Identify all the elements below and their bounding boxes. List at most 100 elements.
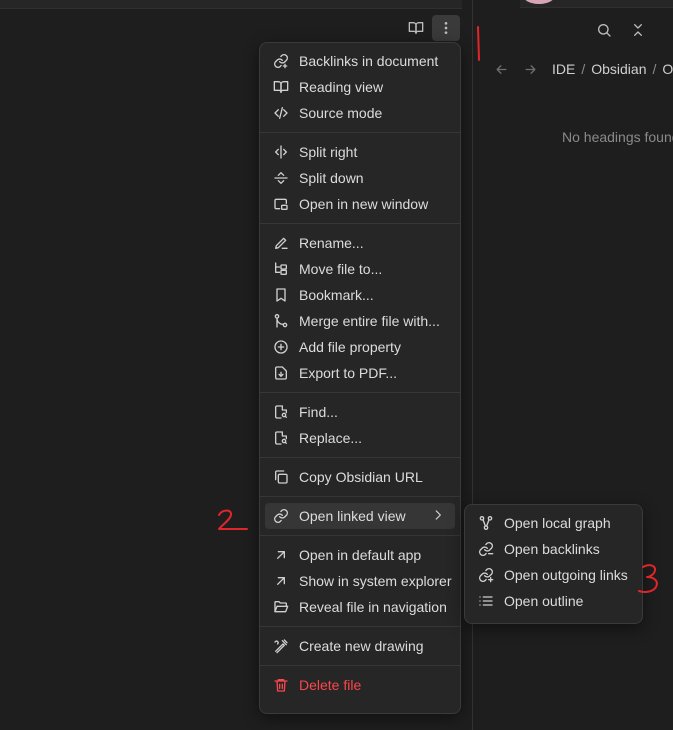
menu-item-source-mode[interactable]: Source mode xyxy=(265,100,455,126)
book-open-icon xyxy=(273,81,289,93)
search-icon xyxy=(598,24,611,37)
arrow-up-right-icon xyxy=(277,577,285,585)
menu-item-split-right[interactable]: Split right xyxy=(265,139,455,165)
bookmark-icon xyxy=(276,288,286,302)
breadcrumb-separator: / xyxy=(652,61,657,77)
collapse-all-button[interactable] xyxy=(626,18,650,42)
menu-item-reveal-file[interactable]: Reveal file in navigation xyxy=(265,594,455,620)
submenu-item-label: Open outline xyxy=(504,593,584,609)
breadcrumb-item[interactable]: Obsidian xyxy=(591,61,646,77)
breadcrumb-item[interactable]: O xyxy=(662,61,673,77)
breadcrumb-separator: / xyxy=(581,61,586,77)
menu-item-rename[interactable]: Rename... xyxy=(265,230,455,256)
menu-item-export-pdf[interactable]: Export to PDF... xyxy=(265,360,455,386)
menu-item-open-in-new-window[interactable]: Open in new window xyxy=(265,191,455,217)
submenu-item-open-local-graph[interactable]: Open local graph xyxy=(470,510,637,536)
menu-item-label: Open in new window xyxy=(299,196,429,212)
context-menu: Backlinks in document Reading view Sourc… xyxy=(259,42,461,714)
copy-icon xyxy=(275,470,288,484)
menu-separator xyxy=(260,392,460,393)
menu-separator xyxy=(260,132,460,133)
trash-icon xyxy=(274,679,288,692)
link-in-icon xyxy=(479,542,494,556)
menu-separator xyxy=(260,457,460,458)
menu-item-create-new-drawing[interactable]: Create new drawing xyxy=(265,633,455,659)
menu-item-label: Split down xyxy=(299,170,364,186)
annotation-1 xyxy=(477,26,480,61)
menu-item-label: Bookmark... xyxy=(299,287,374,303)
folder-open-icon xyxy=(274,601,289,613)
linked-view-submenu: Open local graph Open backlinks Open out… xyxy=(464,504,643,624)
menu-item-label: Move file to... xyxy=(299,261,383,277)
more-vertical-icon xyxy=(444,22,448,34)
menu-item-label: Copy Obsidian URL xyxy=(299,469,423,485)
menu-item-label: Show in system explorer xyxy=(299,573,452,589)
menu-item-label: Backlinks in document xyxy=(299,53,439,69)
arrow-up-right-icon xyxy=(277,551,285,559)
submenu-item-label: Open local graph xyxy=(504,515,611,531)
menu-item-replace[interactable]: Replace... xyxy=(265,425,455,451)
breadcrumb: IDE / Obsidian / O xyxy=(494,61,673,77)
menu-item-label: Add file property xyxy=(299,339,401,355)
menu-item-label: Replace... xyxy=(299,430,363,446)
folder-tree-icon xyxy=(275,262,287,275)
drawing-icon xyxy=(274,639,288,654)
link-out-icon xyxy=(479,568,494,583)
menu-item-label: Source mode xyxy=(299,105,383,121)
menu-item-open-default-app[interactable]: Open in default app xyxy=(265,542,455,568)
menu-item-label: Delete file xyxy=(299,677,362,693)
book-open-icon xyxy=(408,22,424,34)
menu-item-label: Create new drawing xyxy=(299,638,424,654)
menu-item-label: Open in default app xyxy=(299,547,422,563)
menu-item-copy-obsidian-url[interactable]: Copy Obsidian URL xyxy=(265,464,455,490)
pencil-icon xyxy=(275,237,288,249)
outline-empty-message: No headings found xyxy=(562,129,673,145)
list-icon xyxy=(479,596,493,606)
link-icon xyxy=(274,54,288,69)
file-replace-icon xyxy=(275,431,287,445)
file-download-icon xyxy=(275,366,287,380)
menu-item-label: Merge entire file with... xyxy=(299,313,440,329)
menu-item-add-file-property[interactable]: Add file property xyxy=(265,334,455,360)
menu-item-delete-file[interactable]: Delete file xyxy=(265,672,455,698)
menu-separator xyxy=(260,223,460,224)
menu-item-split-down[interactable]: Split down xyxy=(265,165,455,191)
forward-button[interactable] xyxy=(523,62,538,77)
file-search-icon xyxy=(275,405,287,419)
menu-item-label: Export to PDF... xyxy=(299,365,398,381)
menu-item-label: Split right xyxy=(299,144,358,160)
reading-view-button[interactable] xyxy=(403,16,429,40)
menu-item-backlinks-in-document[interactable]: Backlinks in document xyxy=(265,48,455,74)
menu-item-merge-file[interactable]: Merge entire file with... xyxy=(265,308,455,334)
submenu-item-open-backlinks[interactable]: Open backlinks xyxy=(470,536,637,562)
chevron-right-icon xyxy=(435,510,441,520)
menu-item-bookmark[interactable]: Bookmark... xyxy=(265,282,455,308)
submenu-item-open-outline[interactable]: Open outline xyxy=(470,588,637,614)
window-icon xyxy=(274,198,288,210)
collapse-all-icon xyxy=(634,24,642,36)
submenu-item-open-outgoing-links[interactable]: Open outgoing links xyxy=(470,562,637,588)
menu-item-reading-view[interactable]: Reading view xyxy=(265,74,455,100)
arrow-right-icon xyxy=(525,64,536,74)
graph-icon xyxy=(479,516,493,530)
arrow-left-icon xyxy=(496,64,507,74)
link-icon xyxy=(274,509,288,523)
submenu-item-label: Open outgoing links xyxy=(504,567,628,583)
split-horizontal-icon xyxy=(274,172,288,184)
tab-strip-left xyxy=(0,0,462,9)
menu-item-open-linked-view[interactable]: Open linked view xyxy=(265,503,455,529)
menu-item-label: Reveal file in navigation xyxy=(299,599,447,615)
menu-item-label: Open linked view xyxy=(299,508,406,524)
back-button[interactable] xyxy=(494,62,509,77)
menu-item-label: Find... xyxy=(299,404,338,420)
menu-item-label: Rename... xyxy=(299,235,364,251)
menu-item-find[interactable]: Find... xyxy=(265,399,455,425)
more-options-button[interactable] xyxy=(432,15,460,41)
menu-item-show-in-explorer[interactable]: Show in system explorer xyxy=(265,568,455,594)
code-icon xyxy=(274,107,288,119)
search-button[interactable] xyxy=(592,18,616,42)
annotation-2 xyxy=(218,509,248,530)
breadcrumb-item[interactable]: IDE xyxy=(552,61,575,77)
menu-item-move-file[interactable]: Move file to... xyxy=(265,256,455,282)
plus-circle-icon xyxy=(274,340,288,354)
